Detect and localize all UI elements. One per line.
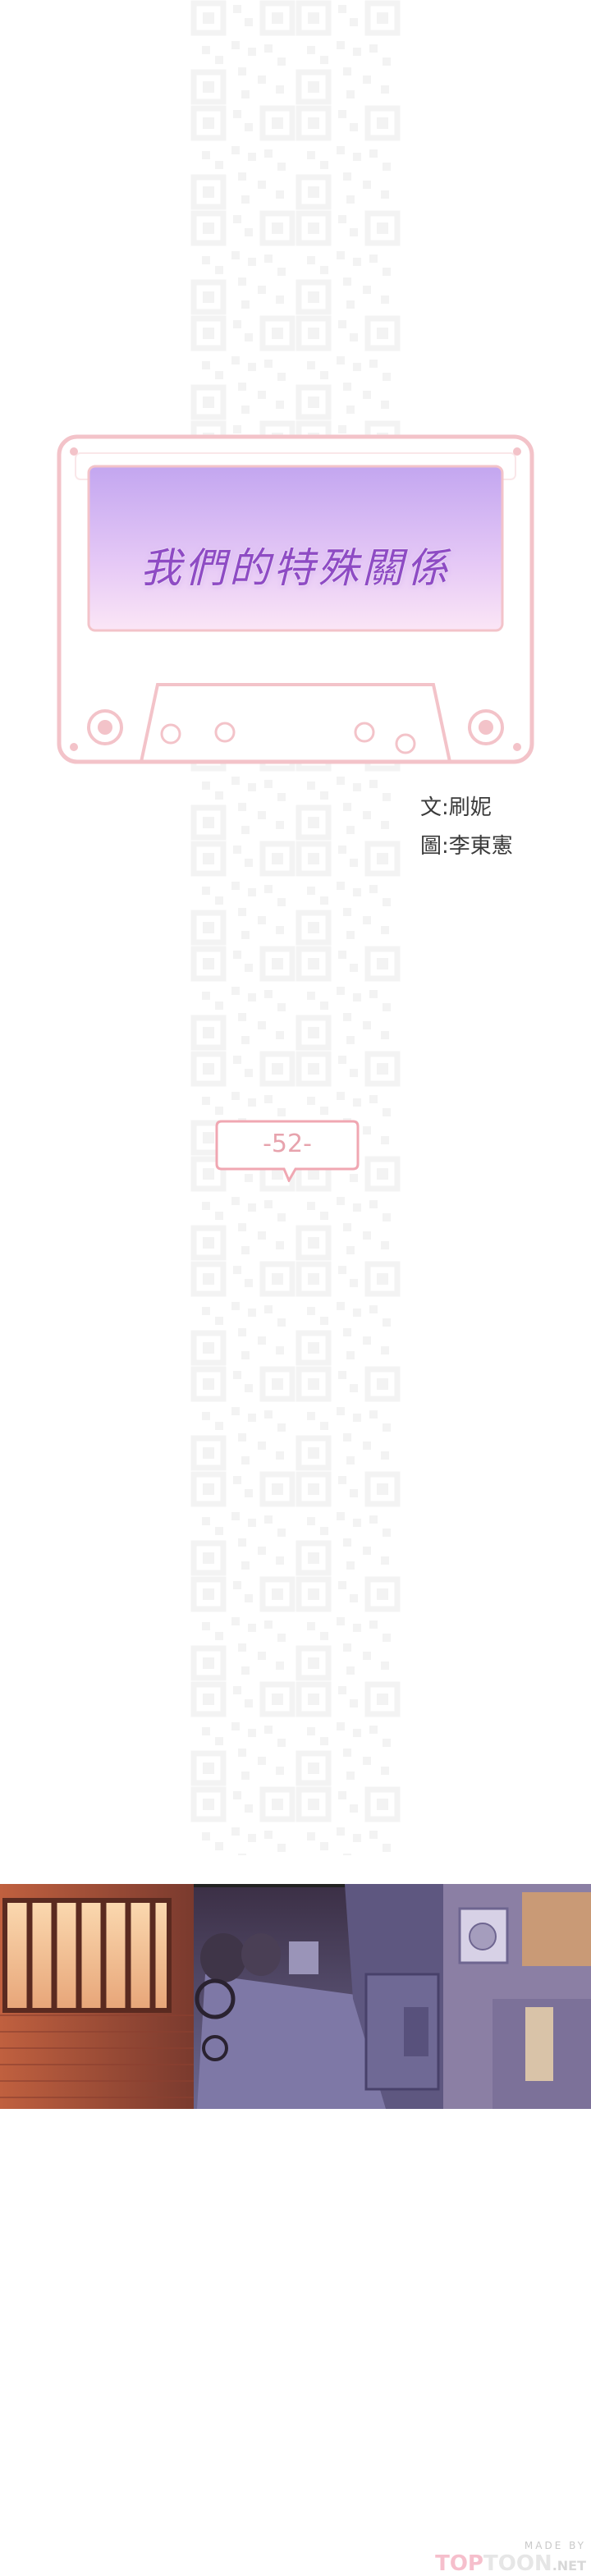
series-title: 我們的特殊關係 [140,544,451,592]
logo-toon: TOON [483,2551,552,2576]
publisher-footer: MADE BY TOPTOON.NET [435,2540,586,2576]
watermark-pattern [190,0,401,1855]
artist-credit: 圖:李東憲 [420,834,513,859]
cassette-frame [57,434,534,764]
episode-number: -52- [263,1130,312,1158]
made-by-text: MADE BY [524,2540,586,2551]
logo-net: .NET [552,2558,586,2574]
logo-top: TOP [435,2551,483,2576]
writer-credit: 文:刷妮 [420,795,492,820]
toptoon-logo: TOPTOON.NET [435,2551,586,2576]
alley-scene-panel [0,1884,591,2109]
